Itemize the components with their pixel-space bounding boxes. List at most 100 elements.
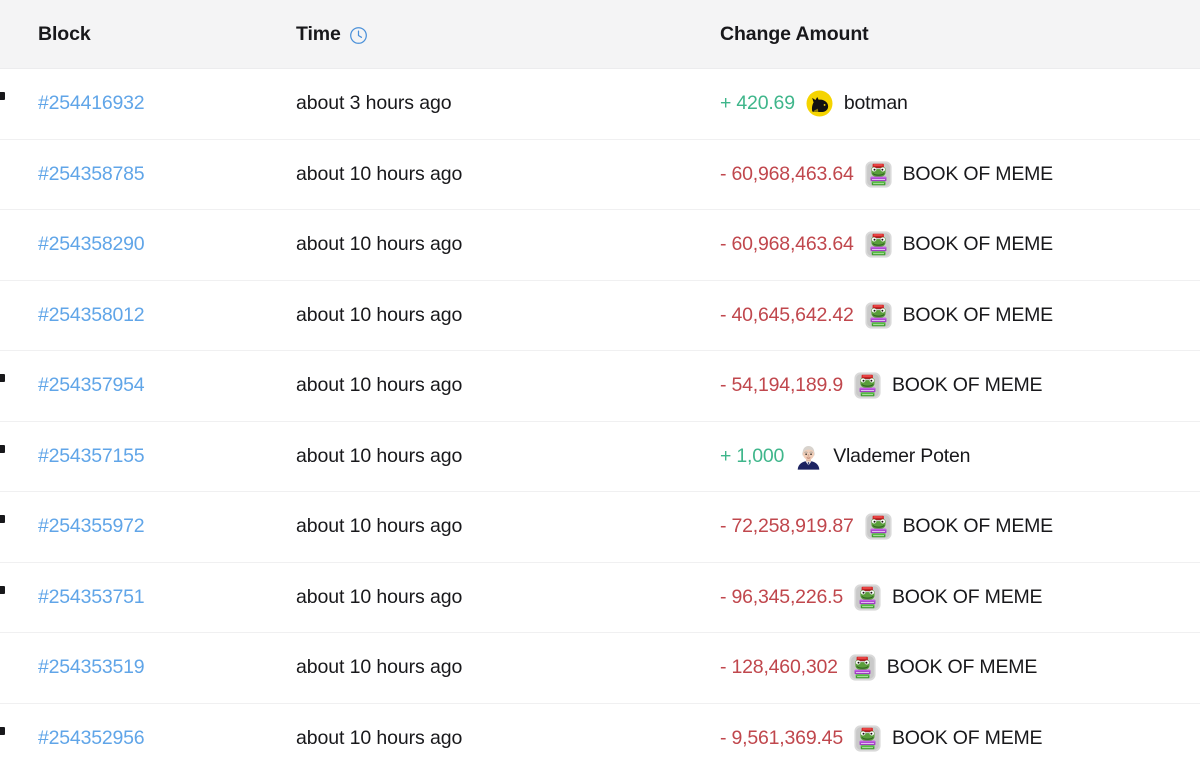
table-row[interactable]: #254353751 about 10 hours ago - 96,345,226…	[0, 562, 1200, 633]
block-number-link[interactable]: #254358785	[38, 163, 144, 185]
table-row[interactable]: #254353519 about 10 hours ago - 128,460,30…	[0, 633, 1200, 704]
token-name-label[interactable]: BOOK OF MEME	[903, 163, 1053, 186]
transactions-table: Block Time	[0, 0, 1200, 773]
relative-time-text: about 10 hours ago	[296, 727, 462, 749]
relative-time-text: about 10 hours ago	[296, 445, 462, 467]
table-body: #254416932 about 3 hours ago + 420.69 botm…	[0, 69, 1200, 773]
table-header: Block Time	[0, 0, 1200, 69]
token-name-label[interactable]: BOOK OF MEME	[903, 515, 1053, 538]
cell-time: about 3 hours ago	[296, 69, 720, 140]
change-amount-value: - 96,345,226.5	[720, 586, 843, 609]
token-name-label[interactable]: BOOK OF MEME	[892, 374, 1042, 397]
cell-time: about 10 hours ago	[296, 210, 720, 281]
cell-block: #254357954	[0, 351, 296, 422]
clipped-text-artifact	[0, 586, 5, 594]
column-header-change-amount-label: Change Amount	[720, 23, 869, 46]
relative-time-text: about 10 hours ago	[296, 374, 462, 396]
relative-time-text: about 10 hours ago	[296, 233, 462, 255]
cell-time: about 10 hours ago	[296, 351, 720, 422]
token-name-label[interactable]: BOOK OF MEME	[887, 656, 1037, 679]
change-amount-value: - 40,645,642.42	[720, 304, 854, 327]
token-name-label[interactable]: BOOK OF MEME	[903, 233, 1053, 256]
change-amount-value: - 54,194,189.9	[720, 374, 843, 397]
book-of-meme-token-icon[interactable]	[865, 302, 892, 329]
relative-time-text: about 10 hours ago	[296, 656, 462, 678]
table-row[interactable]: #254357155 about 10 hours ago + 1,000 Vlad…	[0, 421, 1200, 492]
book-of-meme-token-icon[interactable]	[865, 513, 892, 540]
change-amount-value: - 60,968,463.64	[720, 163, 854, 186]
cell-change-amount: - 9,561,369.45 BOOK OF MEME	[720, 703, 1200, 773]
table-row[interactable]: #254355972about 10 hours ago- 72,258,919…	[0, 492, 1200, 563]
cell-change-amount: - 60,968,463.64 BOOK OF MEME	[720, 139, 1200, 210]
change-amount-value: + 1,000	[720, 445, 784, 468]
cell-block: #254357155	[0, 421, 296, 492]
cell-block: #254416932	[0, 69, 296, 140]
cell-time: about 10 hours ago	[296, 492, 720, 563]
cell-time: about 10 hours ago	[296, 139, 720, 210]
block-number-link[interactable]: #254353751	[38, 586, 144, 608]
cell-block: #254358785	[0, 139, 296, 210]
cell-time: about 10 hours ago	[296, 562, 720, 633]
cell-change-amount: - 128,460,302 BOOK OF MEME	[720, 633, 1200, 704]
relative-time-text: about 10 hours ago	[296, 586, 462, 608]
column-header-change-amount[interactable]: Change Amount	[720, 0, 1200, 69]
book-of-meme-token-icon[interactable]	[854, 372, 881, 399]
column-header-block[interactable]: Block	[0, 0, 296, 69]
column-header-block-label: Block	[38, 23, 91, 46]
vlademer-poten-token-icon[interactable]	[795, 443, 822, 470]
table-row[interactable]: #254358290 about 10 hours ago - 60,968,463…	[0, 210, 1200, 281]
change-amount-value: - 128,460,302	[720, 656, 838, 679]
block-number-link[interactable]: #254353519	[38, 656, 144, 678]
block-number-link[interactable]: #254352956	[38, 727, 144, 749]
clipped-text-artifact	[0, 727, 5, 735]
book-of-meme-token-icon[interactable]	[854, 725, 881, 752]
cell-block: #254355972	[0, 492, 296, 563]
token-name-label[interactable]: botman	[844, 92, 908, 115]
table-row[interactable]: #254358012 about 10 hours ago - 40,645,642…	[0, 280, 1200, 351]
book-of-meme-token-icon[interactable]	[849, 654, 876, 681]
botman-token-icon[interactable]	[806, 90, 833, 117]
cell-change-amount: - 54,194,189.9 BOOK OF MEME	[720, 351, 1200, 422]
book-of-meme-token-icon[interactable]	[865, 231, 892, 258]
relative-time-text: about 3 hours ago	[296, 92, 452, 114]
cell-change-amount: + 420.69 botman	[720, 69, 1200, 140]
block-number-link[interactable]: #254416932	[38, 92, 144, 114]
relative-time-text: about 10 hours ago	[296, 163, 462, 185]
table-row[interactable]: #254358785 about 10 hours ago - 60,968,463…	[0, 139, 1200, 210]
token-name-label[interactable]: Vlademer Poten	[833, 445, 970, 468]
clock-icon[interactable]	[349, 26, 368, 45]
cell-block: #254352956	[0, 703, 296, 773]
cell-change-amount: - 96,345,226.5 BOOK OF MEME	[720, 562, 1200, 633]
block-number-link[interactable]: #254357155	[38, 445, 144, 467]
token-name-label[interactable]: BOOK OF MEME	[892, 586, 1042, 609]
block-number-link[interactable]: #254358290	[38, 233, 144, 255]
column-header-time-label: Time	[296, 23, 341, 46]
relative-time-text: about 10 hours ago	[296, 304, 462, 326]
cell-block: #254358290	[0, 210, 296, 281]
cell-time: about 10 hours ago	[296, 280, 720, 351]
block-number-link[interactable]: #254355972	[38, 515, 144, 537]
clipped-text-artifact	[0, 445, 5, 453]
cell-time: about 10 hours ago	[296, 421, 720, 492]
block-number-link[interactable]: #254358012	[38, 304, 144, 326]
change-amount-value: + 420.69	[720, 92, 795, 115]
book-of-meme-token-icon[interactable]	[854, 584, 881, 611]
cell-block: #254353751	[0, 562, 296, 633]
relative-time-text: about 10 hours ago	[296, 515, 462, 537]
block-number-link[interactable]: #254357954	[38, 374, 144, 396]
table-row[interactable]: #254352956 about 10 hours ago - 9,561,369.…	[0, 703, 1200, 773]
cell-block: #254358012	[0, 280, 296, 351]
cell-change-amount: + 1,000 Vlademer Poten	[720, 421, 1200, 492]
table-row[interactable]: #254357954 about 10 hours ago - 54,194,189…	[0, 351, 1200, 422]
column-header-time[interactable]: Time	[296, 0, 720, 69]
cell-time: about 10 hours ago	[296, 633, 720, 704]
book-of-meme-token-icon[interactable]	[865, 161, 892, 188]
transactions-table-container: Block Time	[0, 0, 1200, 773]
token-name-label[interactable]: BOOK OF MEME	[892, 727, 1042, 750]
cell-change-amount: - 60,968,463.64 BOOK OF MEME	[720, 210, 1200, 281]
clipped-text-artifact	[0, 374, 5, 382]
clipped-text-artifact	[0, 515, 5, 523]
clipped-text-artifact	[0, 92, 5, 100]
table-row[interactable]: #254416932 about 3 hours ago + 420.69 botm…	[0, 69, 1200, 140]
token-name-label[interactable]: BOOK OF MEME	[903, 304, 1053, 327]
